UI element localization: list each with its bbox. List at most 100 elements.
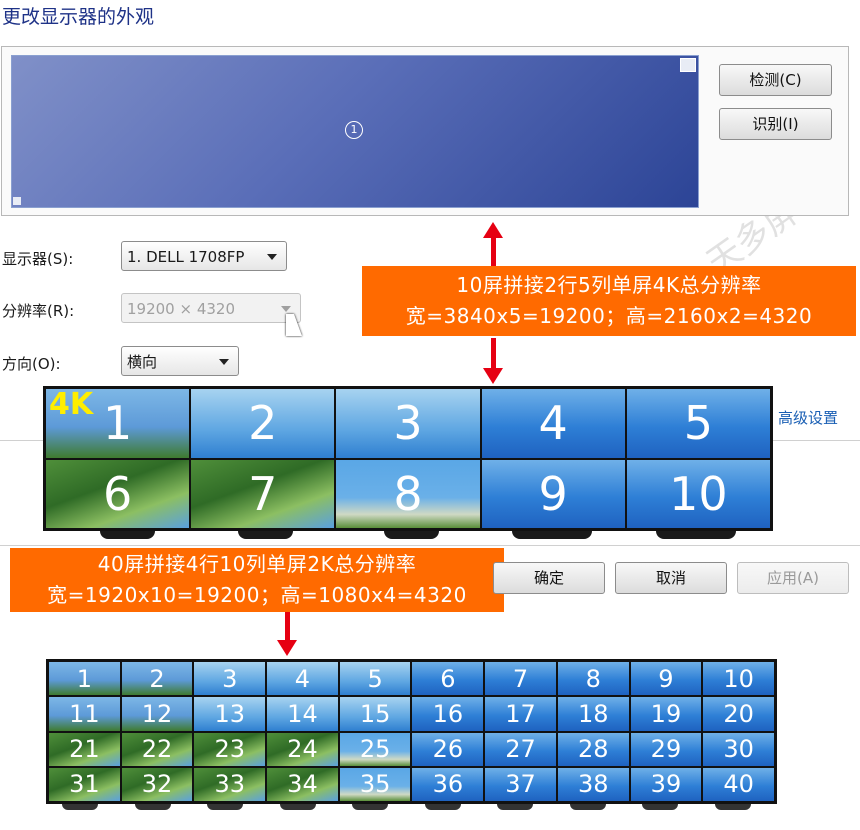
display-select-value: 1. DELL 1708FP [127, 248, 245, 266]
wall-panel: 25 [339, 732, 411, 766]
wall-panel-number: 24 [287, 735, 318, 764]
wall-panel-number: 1 [76, 664, 92, 693]
orientation-select-value: 横向 [127, 353, 158, 371]
wall-panel: 8 [336, 459, 480, 528]
annotation-4k-line1: 10屏拼接2行5列单屏4K总分辨率 [456, 273, 762, 297]
arrow-shaft [285, 612, 290, 642]
annotation-2k-line2: 宽=1920x10=19200；高=1080x4=4320 [47, 583, 467, 607]
wall-panel: 32 [121, 767, 193, 801]
divider [0, 545, 860, 546]
wall-panel-number: 4 [538, 396, 568, 451]
wall-panel-number: 16 [432, 699, 464, 728]
wall-panel-number: 37 [505, 770, 536, 799]
detect-button[interactable]: 检测(C) [719, 64, 832, 96]
wall-panel-number: 28 [577, 735, 609, 764]
monitor-stand-icon [238, 531, 293, 539]
wall-panel-number: 11 [69, 699, 100, 728]
wall-panel: 27 [485, 732, 556, 766]
wall-panel-number: 13 [214, 699, 246, 728]
wall-panel-number: 8 [585, 664, 601, 693]
wall-panel: 37 [485, 767, 556, 801]
wall-panel-number: 29 [650, 735, 682, 764]
wall-panel: 21 [49, 732, 120, 766]
identify-button[interactable]: 识别(I) [719, 108, 832, 140]
wall-panel: 33 [194, 767, 266, 801]
wall-panel-number: 34 [287, 770, 318, 799]
wall-panel: 5 [626, 389, 770, 458]
wall-panel-number: 30 [723, 735, 754, 764]
wall-panel: 8 [557, 662, 629, 696]
wall-panel: 6 [412, 662, 484, 696]
wall-panel: 16 [412, 697, 484, 731]
display-label: 显示器(S): [2, 250, 74, 268]
wall-panel-number: 31 [69, 770, 100, 799]
monitor-stand-icon [656, 531, 736, 539]
wall-panel-number: 2 [149, 664, 165, 693]
page-title: 更改显示器的外观 [2, 6, 155, 28]
wall-panel: 5 [339, 662, 411, 696]
wall-panel-number: 36 [432, 770, 464, 799]
display-select[interactable]: 1. DELL 1708FP [121, 241, 287, 271]
wall-panel: 4 [267, 662, 338, 696]
wall-panel: 30 [703, 732, 774, 766]
wall-panel-number: 5 [683, 396, 714, 451]
wall-panel-number: 12 [141, 699, 173, 728]
monitor-number-badge: 1 [345, 121, 363, 139]
wall-panel-number: 10 [669, 466, 728, 521]
wall-panel-number: 22 [141, 735, 173, 764]
chevron-down-icon [267, 254, 277, 260]
wall-panel: 26 [412, 732, 484, 766]
chevron-down-icon [281, 306, 291, 312]
wall-panel: 2 [191, 389, 335, 458]
monitor-stand-icon [424, 804, 461, 810]
wall-panel-number: 40 [723, 770, 754, 799]
badge-4k: 4K [49, 387, 94, 422]
wall-panel: 14 [267, 697, 338, 731]
corner-marker-icon [13, 197, 21, 205]
wall-panel: 29 [630, 732, 702, 766]
wall-panel: 11 [49, 697, 120, 731]
video-wall-2k-grid: 1 2 3 4 5 6 7 8 9 10 11 12 13 14 15 16 17 18 19 20 21 22 23 24 2… [49, 662, 774, 801]
wall-panel: 35 [339, 767, 411, 801]
wall-panel: 3 [194, 662, 266, 696]
monitor-stand-icon [714, 804, 751, 810]
wall-panel: 34 [267, 767, 338, 801]
wall-panel: 2 [121, 662, 193, 696]
wall-panel-number: 20 [723, 699, 754, 728]
wall-panel: 7 [485, 662, 556, 696]
wall-panel: 36 [412, 767, 484, 801]
wall-panel-number: 3 [222, 664, 238, 693]
advanced-settings-link[interactable]: 高级设置 [778, 407, 838, 428]
video-wall-4k-grid: 1 2 3 4 5 6 7 8 9 10 [46, 389, 770, 528]
wall-panel-number: 9 [658, 664, 674, 693]
apply-button[interactable]: 应用(A) [737, 562, 849, 594]
wall-panel-number: 6 [102, 466, 133, 521]
annotation-2k-resolution: 40屏拼接4行10列单屏2K总分辨率 宽=1920x10=19200；高=108… [10, 548, 504, 612]
orientation-select[interactable]: 横向 [121, 346, 239, 376]
resolution-select-value: 19200 × 4320 [127, 300, 235, 318]
ok-button[interactable]: 确定 [493, 562, 605, 594]
monitor-stand-icon [62, 804, 98, 810]
wall-panel: 20 [703, 697, 774, 731]
monitor-preview[interactable]: 1 [11, 55, 699, 208]
wall-panel-number: 39 [650, 770, 682, 799]
wall-panel-number: 19 [650, 699, 682, 728]
wall-panel: 15 [339, 697, 411, 731]
cancel-button[interactable]: 取消 [615, 562, 727, 594]
monitor-stand-icon [279, 804, 316, 810]
wall-panel: 22 [121, 732, 193, 766]
monitor-stand-icon [642, 804, 678, 810]
wall-panel-number: 25 [359, 735, 391, 764]
wall-panel-number: 33 [214, 770, 246, 799]
wall-panel: 40 [703, 767, 774, 801]
wall-panel: 10 [626, 459, 770, 528]
monitor-stand-icon [497, 804, 533, 810]
resolution-select[interactable]: 19200 × 4320 [121, 293, 301, 323]
wall-panel: 9 [481, 459, 625, 528]
wall-panel: 24 [267, 732, 338, 766]
mouse-cursor-icon [286, 314, 302, 336]
wall-panel-number: 15 [359, 699, 391, 728]
wall-panel: 17 [485, 697, 556, 731]
wall-panel-number: 4 [294, 664, 311, 693]
arrow-down-icon [277, 640, 297, 656]
